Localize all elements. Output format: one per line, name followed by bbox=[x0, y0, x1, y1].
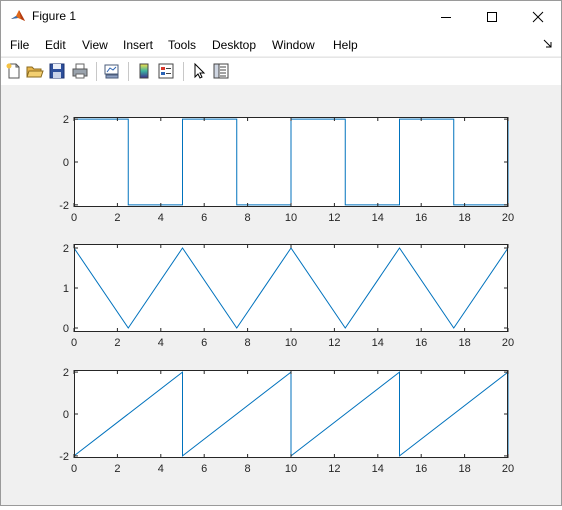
x-tick-label: 0 bbox=[71, 212, 77, 224]
insert-legend-icon[interactable] bbox=[157, 62, 175, 80]
print-icon[interactable] bbox=[71, 62, 89, 80]
x-tick-label: 20 bbox=[502, 212, 514, 224]
figure-canvas: 0 2 4 6 8 10 12 14 16 18 20 -2 0 2 0 2 4 6 8 10 12 14 16 18 20 0 1… bbox=[1, 85, 561, 505]
menu-bar: File Edit View Insert Tools Desktop Wind… bbox=[1, 32, 561, 56]
x-tick-label: 18 bbox=[458, 463, 470, 475]
y-tick-label: 2 bbox=[63, 114, 69, 126]
x-tick-label: 12 bbox=[328, 212, 340, 224]
x-tick-label: 10 bbox=[285, 212, 297, 224]
dock-arrow-icon[interactable] bbox=[543, 39, 553, 49]
open-file-icon[interactable] bbox=[26, 62, 44, 80]
x-tick-label: 18 bbox=[458, 337, 470, 349]
x-tick-label: 20 bbox=[502, 463, 514, 475]
x-tick-label: 8 bbox=[245, 337, 251, 349]
minimize-button[interactable] bbox=[423, 1, 469, 32]
x-tick-label: 8 bbox=[245, 212, 251, 224]
menu-window[interactable]: Window bbox=[272, 38, 315, 52]
menu-view[interactable]: View bbox=[82, 38, 108, 52]
menu-help[interactable]: Help bbox=[333, 38, 358, 52]
menu-edit[interactable]: Edit bbox=[45, 38, 66, 52]
x-tick-label: 16 bbox=[415, 212, 427, 224]
toolbar-separator bbox=[96, 62, 97, 81]
x-tick-label: 10 bbox=[285, 337, 297, 349]
y-tick-label: 0 bbox=[63, 409, 69, 421]
plots-svg[interactable]: 0 2 4 6 8 10 12 14 16 18 20-2020 2 4 6 8 10 12 14 16 18 2001… bbox=[1, 85, 561, 505]
menu-file[interactable]: File bbox=[10, 38, 29, 52]
toolbar-separator bbox=[128, 62, 129, 81]
subplot-2: 0 2 4 6 8 10 12 14 16 18 20012 bbox=[63, 243, 514, 349]
x-tick-label: 12 bbox=[328, 337, 340, 349]
x-tick-label: 10 bbox=[285, 463, 297, 475]
window-title: Figure 1 bbox=[32, 9, 77, 23]
property-inspector-icon[interactable] bbox=[212, 62, 230, 80]
x-tick-label: 2 bbox=[114, 337, 120, 349]
edit-plot-icon[interactable] bbox=[190, 62, 208, 80]
y-tick-label: -2 bbox=[59, 200, 69, 212]
x-tick-label: 2 bbox=[114, 212, 120, 224]
x-tick-label: 14 bbox=[372, 212, 384, 224]
y-tick-label: -2 bbox=[59, 451, 69, 463]
subplot-3: 0 2 4 6 8 10 12 14 16 18 20-202 bbox=[59, 367, 514, 475]
subplot-1: 0 2 4 6 8 10 12 14 16 18 20-202 bbox=[59, 114, 514, 224]
link-plot-icon[interactable] bbox=[103, 62, 121, 80]
maximize-icon bbox=[487, 11, 497, 22]
menu-tools[interactable]: Tools bbox=[168, 38, 196, 52]
y-tick-label: 1 bbox=[63, 283, 69, 295]
x-tick-label: 4 bbox=[158, 212, 164, 224]
x-tick-label: 20 bbox=[502, 337, 514, 349]
x-tick-label: 6 bbox=[201, 337, 207, 349]
y-tick-label: 2 bbox=[63, 243, 69, 255]
axes-background bbox=[74, 244, 508, 332]
y-tick-label: 0 bbox=[63, 323, 69, 335]
x-tick-label: 0 bbox=[71, 337, 77, 349]
x-tick-label: 2 bbox=[114, 463, 120, 475]
x-tick-label: 0 bbox=[71, 463, 77, 475]
close-button[interactable] bbox=[515, 1, 561, 32]
figure-window: Figure 1 File Edit View Insert Tools Des… bbox=[0, 0, 562, 506]
minimize-icon bbox=[441, 16, 451, 18]
x-tick-label: 14 bbox=[372, 337, 384, 349]
close-icon bbox=[532, 11, 544, 22]
figure-toolbar bbox=[1, 57, 561, 86]
x-tick-label: 12 bbox=[328, 463, 340, 475]
insert-colorbar-icon[interactable] bbox=[135, 62, 153, 80]
title-bar[interactable]: Figure 1 bbox=[1, 1, 561, 32]
x-tick-label: 18 bbox=[458, 212, 470, 224]
x-tick-label: 4 bbox=[158, 463, 164, 475]
save-icon[interactable] bbox=[48, 62, 66, 80]
y-tick-label: 2 bbox=[63, 367, 69, 379]
x-tick-label: 6 bbox=[201, 212, 207, 224]
matlab-icon bbox=[11, 10, 25, 21]
maximize-button[interactable] bbox=[469, 1, 515, 32]
x-tick-label: 14 bbox=[372, 463, 384, 475]
x-tick-label: 16 bbox=[415, 463, 427, 475]
y-tick-label: 0 bbox=[63, 157, 69, 169]
new-figure-icon[interactable] bbox=[5, 62, 23, 80]
menu-desktop[interactable]: Desktop bbox=[212, 38, 256, 52]
menu-insert[interactable]: Insert bbox=[123, 38, 153, 52]
x-tick-label: 16 bbox=[415, 337, 427, 349]
toolbar-separator bbox=[183, 62, 184, 81]
x-tick-label: 4 bbox=[158, 337, 164, 349]
x-tick-label: 6 bbox=[201, 463, 207, 475]
x-tick-label: 8 bbox=[245, 463, 251, 475]
